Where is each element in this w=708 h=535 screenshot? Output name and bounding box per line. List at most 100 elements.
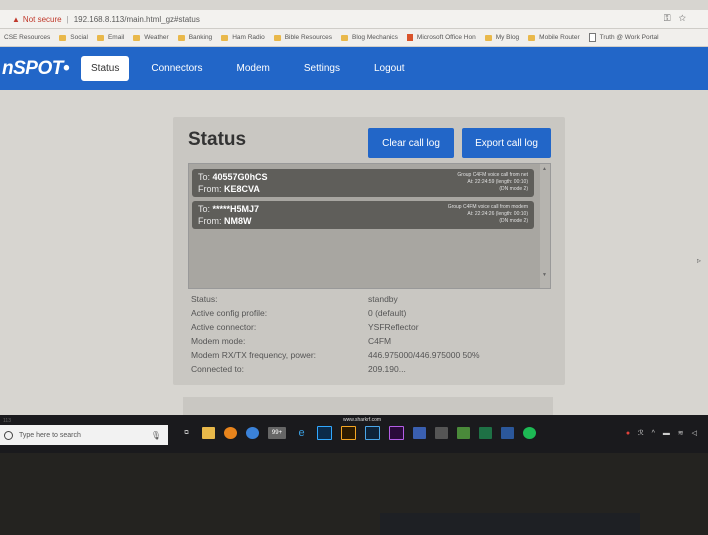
bookmark-banking[interactable]: Banking: [177, 34, 212, 41]
property-label: Active config profile:: [191, 308, 268, 318]
task-view-icon[interactable]: ⧉: [180, 427, 193, 439]
mail-badge: 99+: [271, 430, 283, 436]
nav-modem[interactable]: Modem: [233, 57, 274, 80]
key-icon[interactable]: ⚿: [664, 13, 679, 23]
bookmark-label: CSE Resources: [4, 34, 51, 41]
to-label: To:: [198, 172, 211, 182]
address-bar[interactable]: ▲ Not secure | 192.168.8.113/main.html_g…: [0, 10, 708, 29]
bookmark-my-blog[interactable]: My Blog: [484, 34, 519, 41]
mouse-cursor-icon: ▹: [697, 256, 702, 265]
property-label: Status:: [191, 294, 218, 304]
bookmark-cse-resources[interactable]: CSE Resources: [4, 34, 50, 41]
openspot-logo[interactable]: nSPOT•: [2, 58, 70, 80]
property-value: 0 (default): [368, 308, 407, 318]
property-value: 209.190...: [368, 364, 406, 374]
from-callsign: NM8W: [224, 216, 252, 226]
bookmark-bible-resources[interactable]: Bible Resources: [273, 34, 332, 41]
folder-icon: [528, 34, 536, 41]
property-value: standby: [368, 294, 398, 304]
photoshop-icon[interactable]: [317, 426, 332, 440]
bookmark-email[interactable]: Email: [96, 34, 124, 41]
page-icon: [588, 33, 596, 42]
firefox-icon[interactable]: [224, 427, 237, 439]
mail-icon[interactable]: 99+: [268, 427, 286, 439]
bridge-icon[interactable]: [341, 426, 356, 440]
to-callsign: 40557G0hCS: [212, 172, 268, 182]
bookmark-label: Blog Mechanics: [352, 34, 398, 41]
bookmark-social[interactable]: Social: [59, 34, 88, 41]
browser-actions: ⚿☆: [664, 13, 694, 24]
reflection: [380, 513, 640, 535]
office-icon: [406, 34, 413, 41]
notes-icon[interactable]: [457, 427, 470, 439]
folder-icon: [177, 34, 185, 41]
bookmark-ham-radio[interactable]: Ham Radio: [221, 34, 265, 41]
folder-icon: [221, 34, 229, 41]
entry-time: At: 22:24:59 (length: 00:10): [467, 179, 528, 185]
folder-icon: [341, 34, 349, 41]
star-icon[interactable]: ☆: [679, 13, 694, 23]
folder-icon: [484, 34, 492, 41]
call-log[interactable]: To: 40557G0hCS From: KE8CVA Group C4FM v…: [188, 163, 551, 289]
spotify-icon[interactable]: [523, 427, 536, 439]
tray-app-icon[interactable]: ●: [626, 430, 633, 437]
bookmark-label: Truth @ Work Portal: [599, 34, 659, 41]
entry-mode: (DN mode 2): [499, 186, 528, 192]
scroll-up-icon[interactable]: ▲: [542, 166, 547, 172]
entry-type: Group C4FM voice call from modem: [447, 204, 528, 210]
chrome-icon[interactable]: [246, 427, 259, 439]
bookmark-label: Weather: [144, 34, 169, 41]
nav-settings[interactable]: Settings: [300, 57, 344, 80]
file-explorer-icon[interactable]: [202, 427, 215, 439]
bookmark-label: Social: [70, 34, 88, 41]
chevron-up-icon[interactable]: ^: [652, 430, 658, 437]
entry-type: Group C4FM voice call from net: [457, 172, 528, 178]
export-call-log-button[interactable]: Export call log: [462, 128, 551, 158]
word-icon[interactable]: [501, 427, 514, 439]
edge-icon[interactable]: e: [295, 427, 308, 439]
entry-info: Group C4FM voice call from net At: 22:24…: [457, 172, 528, 193]
property-label: Connected to:: [191, 364, 244, 374]
bookmark-microsoft-office[interactable]: Microsoft Office Hon: [406, 34, 476, 41]
calculator-icon[interactable]: [435, 427, 448, 439]
folder-icon: [96, 34, 104, 41]
entry-from: From: KE8CVA: [198, 184, 260, 194]
premiere-icon[interactable]: [389, 426, 404, 440]
bookmarks-bar: CSE Resources Social Email Weather Banki…: [0, 29, 708, 47]
microphone-icon[interactable]: 🎙: [151, 431, 161, 440]
entry-to: To: 40557G0hCS: [198, 172, 268, 182]
clear-call-log-button[interactable]: Clear call log: [368, 128, 454, 158]
bookmark-label: Microsoft Office Hon: [416, 34, 476, 41]
top-nav: nSPOT• Status Connectors Modem Settings …: [0, 47, 708, 90]
lightroom-icon[interactable]: [365, 426, 380, 440]
url-text[interactable]: 192.168.8.113/main.html_gz#status: [74, 15, 200, 24]
nav-connectors[interactable]: Connectors: [147, 57, 206, 80]
entry-info: Group C4FM voice call from modem At: 22:…: [448, 204, 528, 225]
excel-icon[interactable]: [479, 427, 492, 439]
log-scrollbar[interactable]: ▲ ▼: [540, 164, 550, 288]
folder-icon: [273, 34, 281, 41]
bookmark-label: Ham Radio: [232, 34, 265, 41]
people-icon[interactable]: ℛ: [638, 430, 647, 437]
entry-mode: (DN mode 2): [499, 218, 528, 224]
taskbar-search-input[interactable]: Type here to search 🎙: [0, 425, 168, 445]
app-icon[interactable]: [413, 427, 426, 439]
to-label: To:: [198, 204, 211, 214]
from-callsign: KE8CVA: [224, 184, 260, 194]
folder-icon: [133, 34, 141, 41]
scroll-down-icon[interactable]: ▼: [542, 272, 547, 278]
battery-icon[interactable]: ▬: [663, 430, 673, 437]
bookmark-weather[interactable]: Weather: [133, 34, 169, 41]
bookmark-mobile-router[interactable]: Mobile Router: [528, 34, 580, 41]
nav-status[interactable]: Status: [81, 56, 130, 81]
bookmark-blog-mechanics[interactable]: Blog Mechanics: [341, 34, 398, 41]
security-label[interactable]: Not secure: [23, 15, 62, 24]
status-url: www.sharkrf.com: [343, 417, 382, 423]
bookmark-truth-at-work[interactable]: Truth @ Work Portal: [588, 33, 659, 42]
wifi-icon[interactable]: ≋: [678, 430, 687, 437]
search-placeholder: Type here to search: [19, 431, 81, 439]
volume-icon[interactable]: ◁: [692, 430, 700, 437]
from-label: From:: [198, 216, 222, 226]
divider: |: [66, 14, 69, 24]
nav-logout[interactable]: Logout: [370, 57, 409, 80]
